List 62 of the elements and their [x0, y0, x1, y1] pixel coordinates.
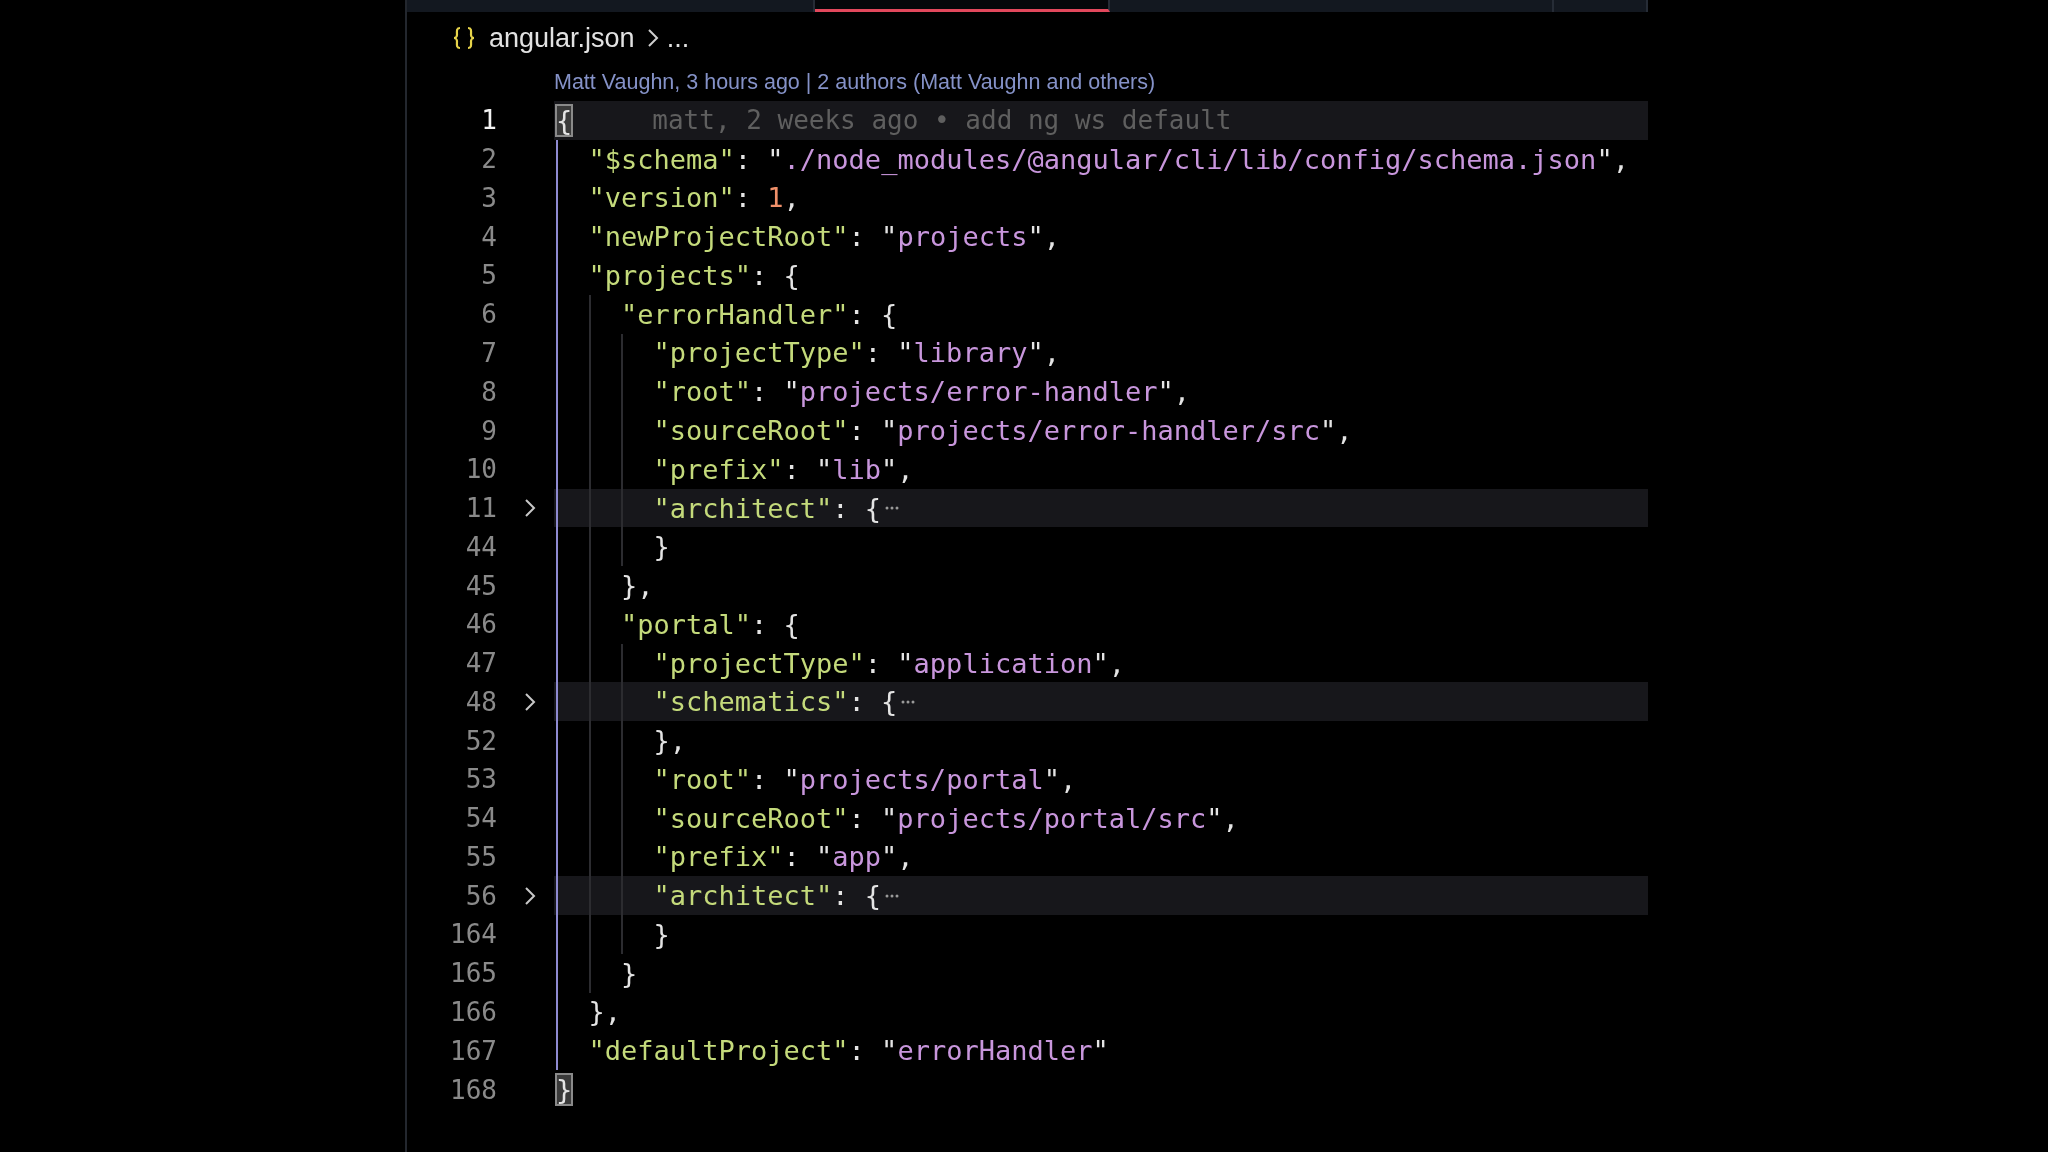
code-line: } [652, 531, 670, 563]
code-line: }, [652, 725, 686, 757]
line-number: 168 [449, 1074, 497, 1105]
line-number: 45 [464, 570, 497, 601]
code-line: }, [587, 996, 621, 1028]
code-line: "projectType": "library", [652, 337, 1060, 369]
code-line: "sourceRoot": "projects/error-handler/src", [652, 415, 1353, 446]
code-line: "architect": { [652, 492, 882, 524]
line-number: 7 [480, 337, 497, 368]
code-line: } [620, 957, 638, 989]
line-number: 6 [480, 299, 497, 330]
line-number: 166 [449, 997, 497, 1027]
line-number: 47 [464, 648, 497, 679]
line-number: 8 [480, 376, 497, 407]
line-number: 48 [464, 686, 497, 717]
chevron-right-icon [646, 28, 659, 48]
line-number: 164 [449, 919, 497, 950]
blame-codelens[interactable]: Matt Vaughn, 3 hours ago | 2 authors (Matt Vaughn and others) [554, 70, 1156, 95]
breadcrumb-more[interactable]: ... [666, 22, 690, 54]
line-number: 10 [464, 454, 497, 485]
code-line: "root": "projects/portal", [652, 763, 1077, 795]
line-number: 2 [480, 144, 497, 175]
blame-annotation: matt, 2 weeks ago • add ng ws default [652, 105, 1232, 136]
code-line: "projectType": "application", [652, 647, 1125, 679]
line-number: 53 [464, 764, 497, 795]
code-line: "architect": { [652, 880, 882, 912]
breadcrumb-file[interactable]: angular.json [489, 22, 635, 54]
code-line: "defaultProject": "errorHandler" [587, 1035, 1109, 1067]
line-number: 55 [464, 841, 497, 872]
line-number: 4 [480, 221, 497, 252]
braces-icon [453, 26, 475, 50]
line-number: 1 [480, 105, 497, 136]
line-number: 3 [480, 182, 497, 213]
line-number: 46 [464, 609, 497, 640]
chevron-right-icon[interactable] [522, 884, 537, 907]
code-line: "version": 1, [587, 182, 800, 214]
code-line: } [652, 918, 670, 950]
code-line: "sourceRoot": "projects/portal/src", [652, 802, 1239, 834]
chevron-right-icon[interactable] [522, 690, 537, 713]
code-line: "$schema": "./node_modules/@angular/cli/lib/config/schema.json", [587, 143, 1629, 175]
code-line: "projects": { [587, 259, 800, 291]
code-line: "root": "projects/error-handler", [652, 376, 1190, 408]
code-line: }, [620, 570, 654, 602]
line-number: 5 [480, 260, 497, 291]
code-line: "prefix": "app", [652, 841, 914, 873]
line-number: 167 [449, 1035, 497, 1066]
code-line: "portal": { [620, 608, 800, 640]
line-number: 165 [449, 958, 497, 989]
code-line: "prefix": "lib", [652, 453, 914, 485]
line-number: 54 [464, 803, 497, 834]
code-line: "newProjectRoot": "projects", [587, 221, 1060, 253]
line-number: 11 [464, 493, 497, 524]
fold-ellipsis-icon[interactable] [885, 892, 900, 899]
tab[interactable] [814, 0, 1111, 12]
line-number: 9 [480, 415, 497, 446]
fold-ellipsis-icon[interactable] [885, 505, 900, 512]
line-number: 44 [464, 531, 497, 562]
line-number: 56 [464, 880, 497, 911]
code-line: "errorHandler": { [620, 298, 898, 330]
fold-ellipsis-icon[interactable] [901, 698, 916, 705]
line-number: 52 [464, 725, 497, 756]
code-line: "schematics": { [652, 686, 898, 718]
